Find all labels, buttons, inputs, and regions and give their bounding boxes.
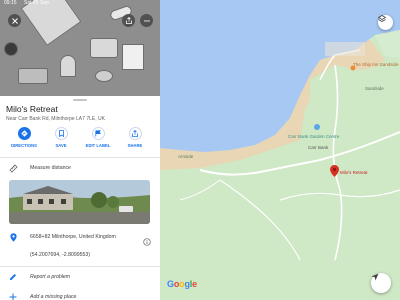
divider [0, 157, 160, 158]
close-button[interactable] [8, 14, 21, 27]
coordinates-row[interactable]: (54.2007694, -2.8099553) [0, 248, 160, 262]
measure-distance-row[interactable]: Measure distance [0, 161, 160, 175]
map-label-inn[interactable]: The Ship Inn Sandside [353, 62, 399, 67]
status-date: Sat 25 Sep [24, 0, 49, 6]
report-problem-label: Report a problem [30, 274, 71, 280]
place-panel: Milo's Retreat Near Carr Bank Rd, Milnth… [0, 0, 160, 300]
info-icon[interactable] [143, 233, 151, 246]
layers-button[interactable] [378, 15, 393, 30]
save-button[interactable]: SAVE [45, 127, 77, 148]
place-hero-image[interactable] [0, 0, 160, 96]
ruler-icon [8, 163, 18, 173]
place-title: Milo's Retreat [6, 104, 58, 114]
more-horizontal-icon [143, 19, 150, 22]
close-icon [11, 17, 18, 24]
map-label-carr-bank: Carr Bank [308, 145, 329, 150]
bookmark-icon [58, 130, 64, 137]
add-place-icon [8, 292, 18, 300]
action-bar: DIRECTIONS SAVE EDIT LABEL SHARE [0, 127, 160, 153]
street-view-photo[interactable] [9, 180, 150, 224]
more-options-button[interactable] [140, 14, 153, 27]
map-canvas[interactable] [160, 0, 400, 300]
map-view[interactable]: Arnside Carr Bank Carr Bank Garden Centr… [160, 0, 400, 300]
layers-icon [378, 15, 386, 22]
edit-label-button[interactable]: EDIT LABEL [82, 127, 114, 148]
map-label-arnside: Arnside [178, 154, 194, 159]
pin-icon [330, 165, 339, 177]
status-bar: 09:15 Sat 25 Sep [0, 0, 400, 6]
location-pin[interactable] [330, 165, 339, 177]
map-label-garden-centre[interactable]: Carr Bank Garden Centre [288, 134, 339, 139]
photo-image [9, 180, 150, 224]
location-pin-icon [8, 232, 18, 242]
share-icon [132, 130, 138, 137]
add-missing-place-row[interactable]: Add a missing place [0, 290, 160, 300]
navigation-arrow-icon [371, 273, 379, 281]
report-problem-row[interactable]: Report a problem [0, 270, 160, 284]
share-button[interactable]: SHARE [119, 127, 151, 148]
my-location-button[interactable] [371, 273, 391, 293]
flag-icon [95, 130, 101, 137]
status-time: 09:15 [4, 0, 17, 6]
directions-icon [20, 130, 28, 137]
add-missing-place-label: Add a missing place [30, 294, 77, 300]
edit-pencil-icon [8, 272, 18, 282]
map-label-sandside: Sandside [365, 86, 384, 91]
plus-code-row[interactable]: 6658+82 Milnthorpe, United Kingdom [0, 230, 160, 246]
place-address: Near Carr Bank Rd, Milnthorpe LA7 7LE, U… [6, 116, 105, 122]
google-logo: Google [167, 279, 197, 289]
maps-app: 09:15 Sat 25 Sep Arnside Carr Bank Carr … [0, 0, 400, 300]
map-label-milos-retreat[interactable]: Milo's Retreat [340, 170, 367, 175]
share-icon [125, 17, 132, 24]
drag-handle[interactable] [73, 99, 87, 101]
directions-button[interactable]: DIRECTIONS [8, 127, 40, 148]
share-top-button[interactable] [122, 14, 135, 27]
coordinates-text: (54.2007694, -2.8099553) [30, 252, 90, 258]
plus-code-text: 6658+82 Milnthorpe, United Kingdom [30, 234, 116, 240]
measure-distance-label: Measure distance [30, 165, 71, 171]
divider [0, 266, 160, 267]
